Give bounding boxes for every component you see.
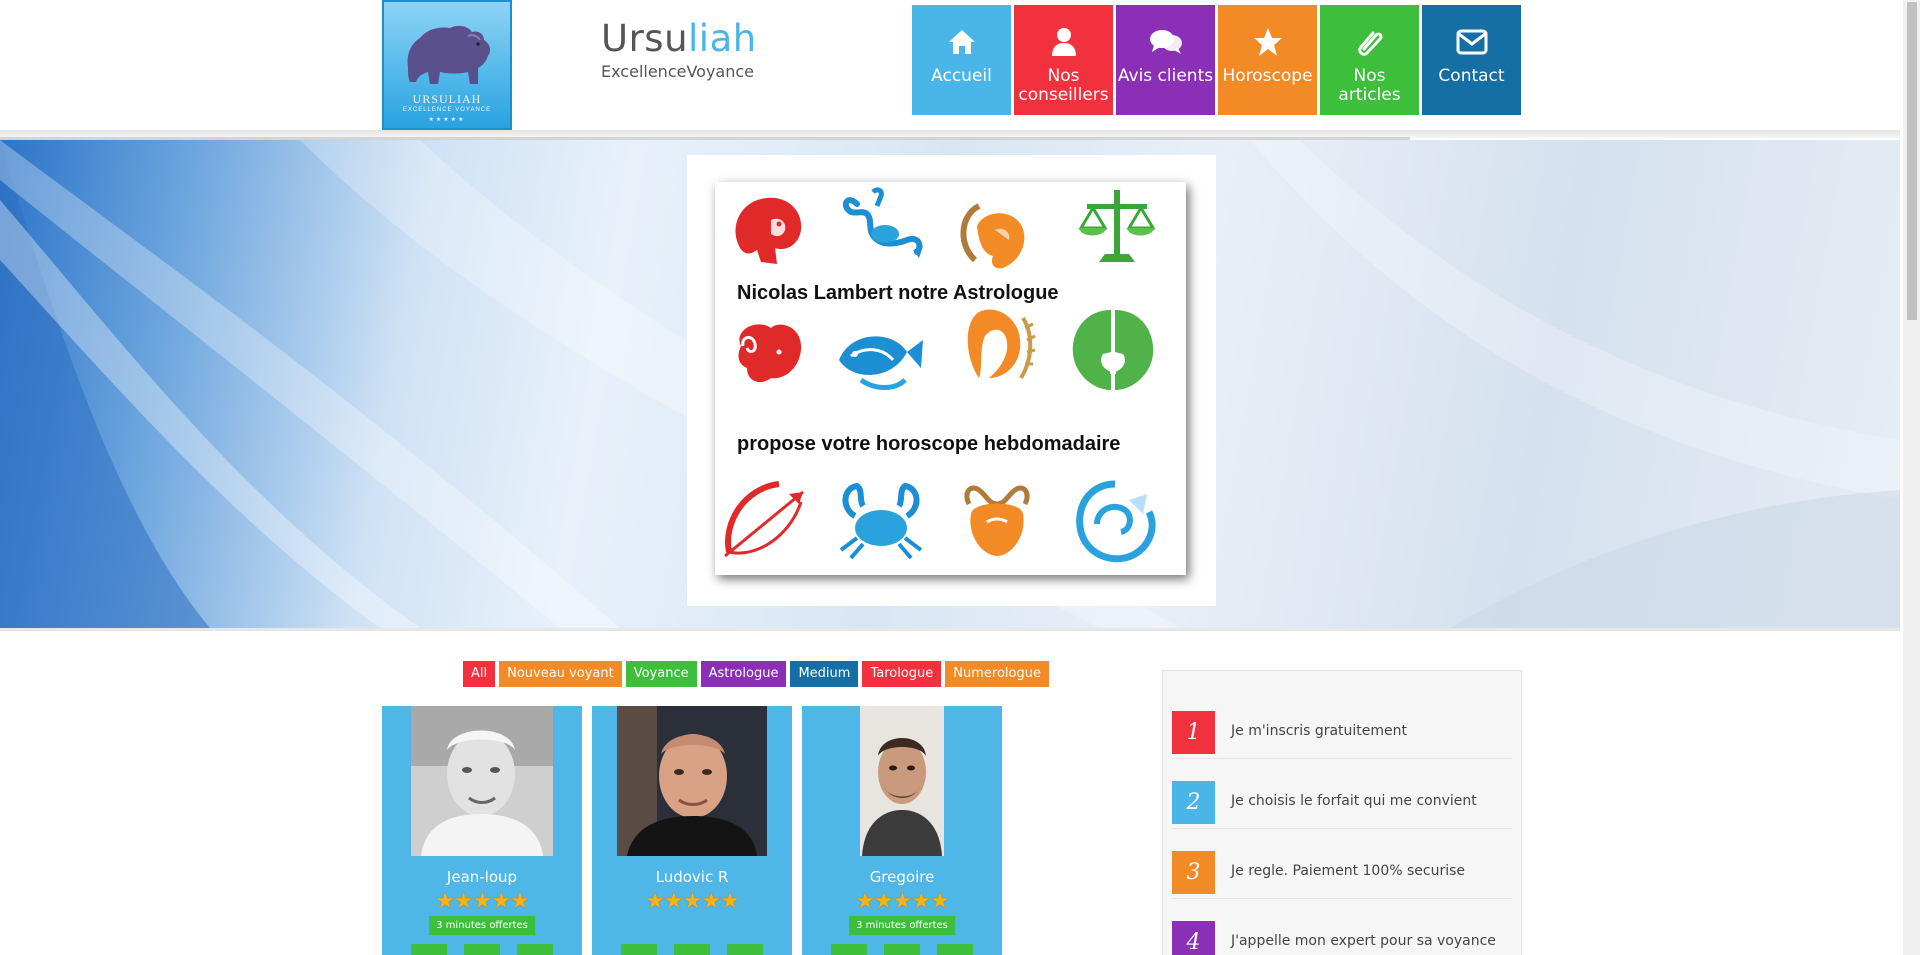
expert-action-button[interactable] bbox=[464, 944, 500, 955]
star-icon bbox=[1251, 25, 1285, 59]
gemini-icon bbox=[1072, 310, 1154, 390]
aries-icon bbox=[738, 324, 802, 383]
nav-label: Nos conseillers bbox=[1018, 66, 1109, 105]
brand-block: Ursuliah ExcellenceVoyance bbox=[601, 17, 757, 81]
paperclip-icon bbox=[1353, 25, 1387, 59]
expert-action-button[interactable] bbox=[621, 944, 657, 955]
filter-voyance[interactable]: Voyance bbox=[625, 661, 697, 687]
how-it-works-panel: 1 Je m'inscris gratuitement 2 Je choisis… bbox=[1162, 670, 1522, 955]
scrollbar-thumb[interactable] bbox=[1907, 2, 1917, 320]
horoscope-promo-image[interactable]: Nicolas Lambert notre Astrologue propose… bbox=[715, 182, 1186, 575]
hero-divider bbox=[0, 628, 1900, 631]
nav-label: Contact bbox=[1438, 66, 1505, 86]
expert-filter-bar: All Nouveau voyant Voyance Astrologue Me… bbox=[463, 661, 1049, 687]
nav-avis-clients[interactable]: Avis clients bbox=[1116, 5, 1215, 115]
expert-actions bbox=[802, 944, 1002, 955]
free-minutes-badge: 3 minutes offertes bbox=[429, 916, 535, 935]
leo-icon bbox=[735, 197, 802, 264]
expert-name[interactable]: Gregoire bbox=[802, 868, 1002, 886]
site-title-accent: liah bbox=[688, 17, 757, 60]
rating-stars: ★★★★★ bbox=[855, 888, 950, 913]
expert-name[interactable]: Ludovic R bbox=[592, 868, 792, 886]
expert-photo[interactable] bbox=[617, 706, 767, 856]
envelope-icon bbox=[1455, 25, 1489, 59]
expert-action-button[interactable] bbox=[674, 944, 710, 955]
hero-image-frame: Nicolas Lambert notre Astrologue propose… bbox=[687, 155, 1216, 606]
nav-nos-articles[interactable]: Nos articles bbox=[1320, 5, 1419, 115]
main-nav: Accueil Nos conseillers Avis clients Hor… bbox=[912, 5, 1521, 115]
sagittarius-icon bbox=[724, 481, 804, 558]
bear-logo-icon bbox=[407, 25, 491, 84]
filter-nouveau-voyant[interactable]: Nouveau voyant bbox=[499, 661, 622, 687]
filter-medium[interactable]: Medium bbox=[790, 661, 859, 687]
virgo-icon bbox=[967, 309, 1036, 380]
step-text: Je choisis le forfait qui me convient bbox=[1231, 793, 1477, 809]
site-tagline: ExcellenceVoyance bbox=[601, 62, 754, 81]
comments-icon bbox=[1149, 25, 1183, 59]
logo-subtext: EXCELLENCE VOYANCE bbox=[402, 107, 492, 113]
nav-label: Avis clients bbox=[1117, 66, 1214, 86]
filter-astrologue[interactable]: Astrologue bbox=[700, 661, 787, 687]
expert-actions bbox=[592, 944, 792, 955]
site-header: URSULIAH EXCELLENCE VOYANCE ★★★★★ Ursuli… bbox=[0, 0, 1900, 130]
user-icon bbox=[1047, 25, 1081, 59]
nav-nos-conseillers[interactable]: Nos conseillers bbox=[1014, 5, 1113, 115]
aquarius-icon bbox=[1076, 480, 1156, 563]
expert-action-button[interactable] bbox=[411, 944, 447, 955]
free-minutes-badge: 3 minutes offertes bbox=[849, 916, 955, 935]
hero-banner: Nicolas Lambert notre Astrologue propose… bbox=[0, 140, 1900, 628]
cancer-icon bbox=[839, 482, 923, 560]
hero-headline-2: propose votre horoscope hebdomadaire bbox=[737, 433, 1121, 455]
nav-label: Accueil bbox=[931, 66, 992, 86]
expert-action-button[interactable] bbox=[937, 944, 973, 955]
site-logo[interactable]: URSULIAH EXCELLENCE VOYANCE ★★★★★ bbox=[382, 0, 512, 130]
expert-action-button[interactable] bbox=[517, 944, 553, 955]
filter-numerologue[interactable]: Numerologue bbox=[945, 661, 1049, 687]
expert-action-button[interactable] bbox=[831, 944, 867, 955]
nav-label: Horoscope bbox=[1222, 66, 1313, 86]
libra-icon bbox=[1078, 190, 1156, 262]
expert-actions bbox=[382, 944, 582, 955]
expert-name[interactable]: Jean-loup bbox=[382, 868, 582, 886]
step-item: 3 Je regle. Paiement 100% securise bbox=[1172, 843, 1512, 899]
nav-horoscope[interactable]: Horoscope bbox=[1218, 5, 1317, 115]
step-item: 1 Je m'inscris gratuitement bbox=[1172, 703, 1512, 759]
nav-label: Nos articles bbox=[1338, 66, 1401, 105]
rating-stars: ★★★★★ bbox=[645, 888, 740, 913]
step-number: 3 bbox=[1172, 851, 1215, 894]
step-text: Je regle. Paiement 100% securise bbox=[1231, 863, 1466, 879]
step-number: 4 bbox=[1172, 921, 1215, 955]
expert-photo[interactable] bbox=[411, 706, 553, 856]
nav-contact[interactable]: Contact bbox=[1422, 5, 1521, 115]
nav-accueil[interactable]: Accueil bbox=[912, 5, 1011, 115]
logo-stars: ★★★★★ bbox=[428, 117, 466, 123]
step-item: 4 J'appelle mon expert pour sa voyance bbox=[1172, 913, 1512, 955]
step-text: J'appelle mon expert pour sa voyance bbox=[1231, 933, 1496, 949]
expert-photo[interactable] bbox=[860, 706, 944, 856]
expert-card[interactable]: Gregoire ★★★★★ 3 minutes offertes bbox=[802, 706, 1002, 955]
rating-stars: ★★★★★ bbox=[435, 888, 530, 913]
expert-action-button[interactable] bbox=[727, 944, 763, 955]
filter-all[interactable]: All bbox=[463, 661, 496, 687]
scorpio-icon bbox=[842, 187, 923, 258]
home-icon bbox=[945, 25, 979, 59]
expert-card[interactable]: Ludovic R ★★★★★ bbox=[592, 706, 792, 955]
capricorn-icon bbox=[960, 203, 1025, 269]
pisces-icon bbox=[839, 336, 923, 390]
step-number: 2 bbox=[1172, 781, 1215, 824]
step-item: 2 Je choisis le forfait qui me convient bbox=[1172, 773, 1512, 829]
page-scrollbar[interactable] bbox=[1903, 0, 1920, 955]
step-number: 1 bbox=[1172, 711, 1215, 754]
expert-action-button[interactable] bbox=[884, 944, 920, 955]
taurus-icon bbox=[964, 485, 1030, 556]
site-title[interactable]: Ursuliah bbox=[601, 17, 757, 60]
logo-text: URSULIAH bbox=[412, 92, 482, 106]
step-text: Je m'inscris gratuitement bbox=[1231, 723, 1408, 739]
expert-list: Jean-loup ★★★★★ 3 minutes offertes Ludov… bbox=[382, 706, 1002, 955]
expert-card[interactable]: Jean-loup ★★★★★ 3 minutes offertes bbox=[382, 706, 582, 955]
site-title-main: Ursu bbox=[601, 17, 689, 60]
filter-tarologue[interactable]: Tarologue bbox=[862, 661, 942, 687]
